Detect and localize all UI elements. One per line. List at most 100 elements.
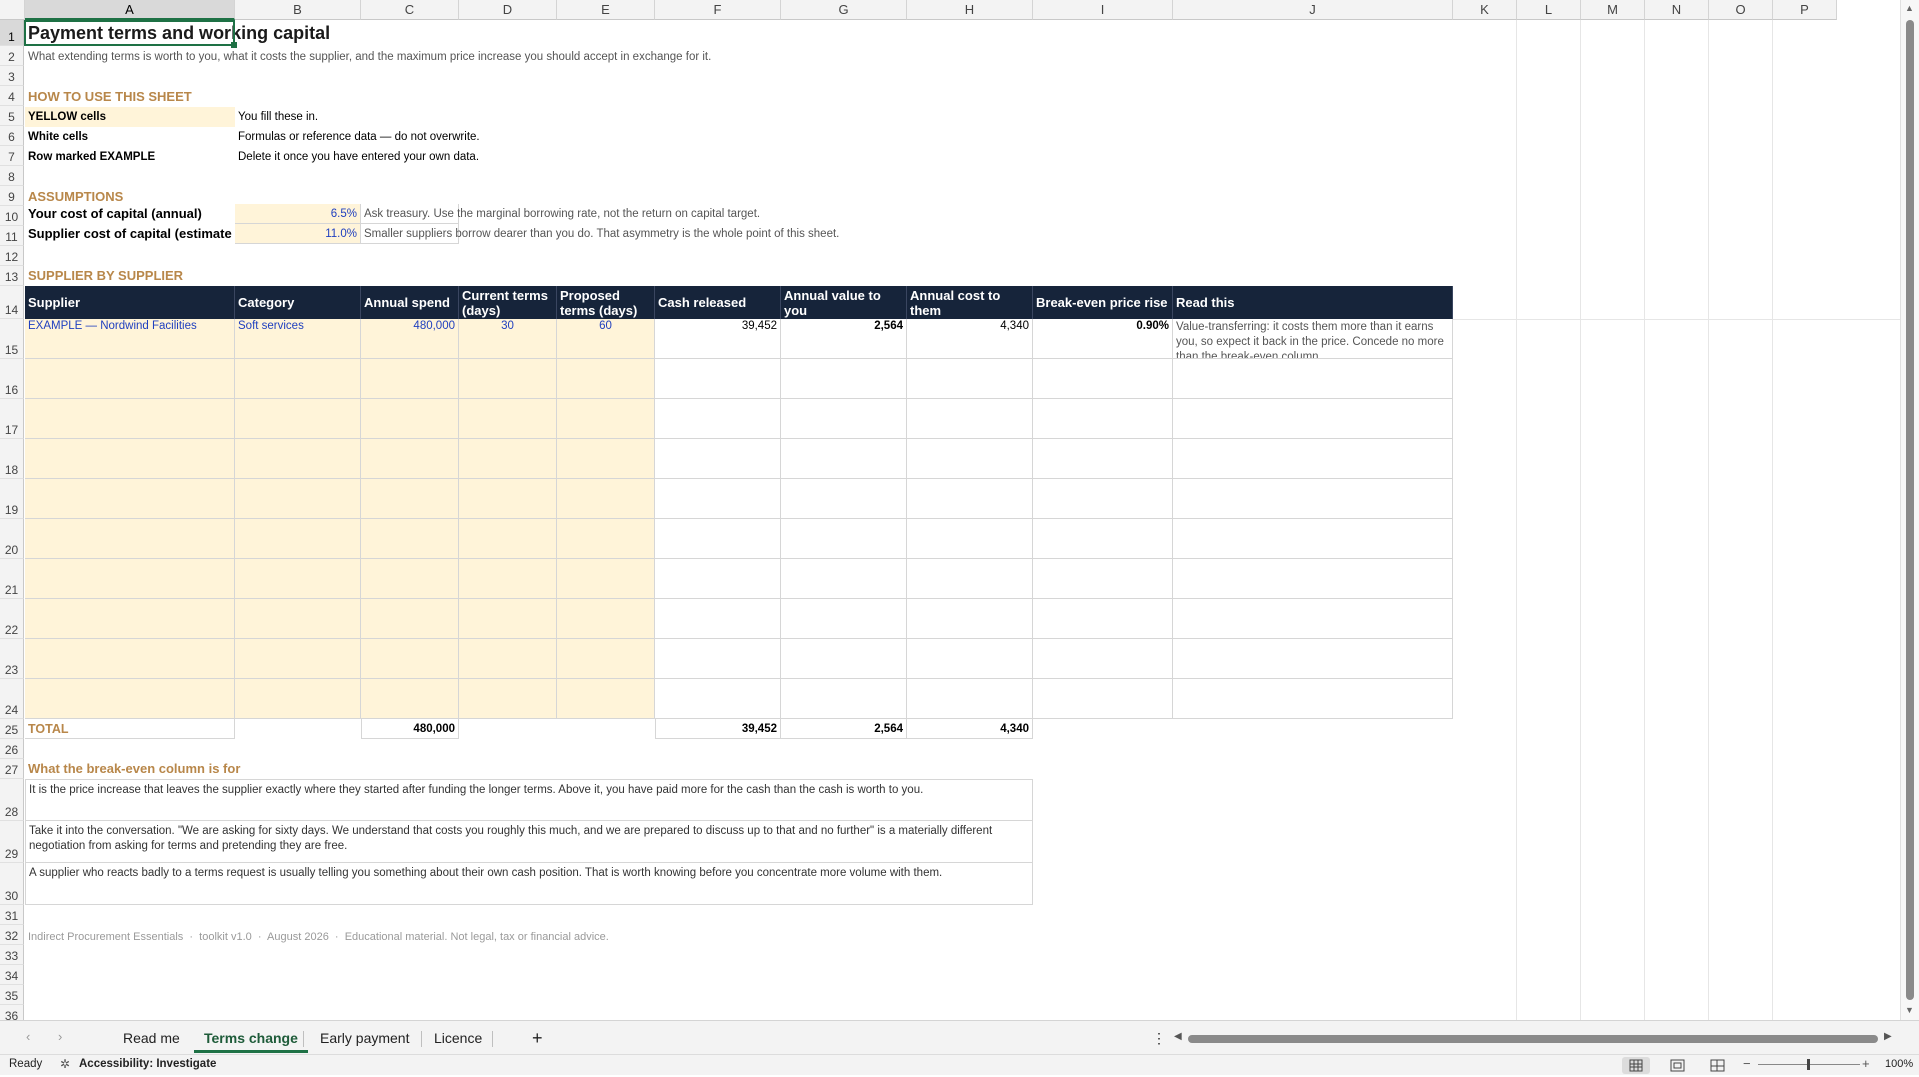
input-cell[interactable] [235, 559, 361, 599]
input-cell[interactable] [557, 519, 655, 559]
normal-view-icon[interactable] [1622, 1057, 1650, 1074]
input-cell[interactable] [361, 679, 459, 719]
column-header-o[interactable]: O [1709, 0, 1773, 20]
input-cell[interactable] [655, 559, 781, 599]
assumption-supplier-capital-label[interactable]: Supplier cost of capital (estimate [25, 224, 235, 244]
select-all-corner[interactable] [0, 0, 25, 20]
input-cell[interactable] [25, 479, 235, 519]
row-header-24[interactable]: 24 [0, 679, 24, 719]
total-annual-spend[interactable]: 480,000 [361, 719, 459, 739]
hscroll-left-icon[interactable]: ◀ [1174, 1031, 1182, 1042]
input-cell[interactable] [557, 599, 655, 639]
input-cell[interactable] [1033, 479, 1173, 519]
input-cell[interactable] [1173, 359, 1453, 399]
example-current-terms[interactable]: 30 [459, 319, 557, 359]
input-cell[interactable] [1033, 639, 1173, 679]
input-cell[interactable] [25, 599, 235, 639]
input-cell[interactable] [781, 559, 907, 599]
example-category[interactable]: Soft services [235, 319, 361, 359]
row-header-19[interactable]: 19 [0, 479, 24, 519]
row-header-6[interactable]: 6 [0, 126, 24, 146]
input-cell[interactable] [235, 519, 361, 559]
input-cell[interactable] [1173, 439, 1453, 479]
header-proposed-terms[interactable]: Proposed terms (days) [557, 286, 655, 319]
input-cell[interactable] [1173, 599, 1453, 639]
input-cell[interactable] [907, 439, 1033, 479]
input-cell[interactable] [655, 359, 781, 399]
column-header-b[interactable]: B [235, 0, 361, 20]
row-header-12[interactable]: 12 [0, 246, 24, 266]
example-proposed-terms[interactable]: 60 [557, 319, 655, 359]
row-header-7[interactable]: 7 [0, 146, 24, 166]
input-cell[interactable] [655, 399, 781, 439]
input-cell[interactable] [781, 679, 907, 719]
column-header-f[interactable]: F [655, 0, 781, 20]
row-header-8[interactable]: 8 [0, 166, 24, 186]
how-text-white[interactable]: Formulas or reference data — do not over… [235, 127, 635, 147]
assumption-supplier-capital-note[interactable]: Smaller suppliers borrow dearer than you… [361, 224, 839, 244]
row-header-35[interactable]: 35 [0, 985, 24, 1005]
zoom-out-icon[interactable]: − [1743, 1056, 1751, 1071]
zoom-slider-thumb[interactable] [1807, 1059, 1810, 1070]
example-annual-value[interactable]: 2,564 [781, 319, 907, 359]
total-annual-value[interactable]: 2,564 [781, 719, 907, 739]
accessibility-icon[interactable]: ✲ [60, 1057, 70, 1071]
header-read-this[interactable]: Read this [1173, 286, 1453, 319]
row-header-3[interactable]: 3 [0, 66, 24, 86]
input-cell[interactable] [361, 479, 459, 519]
input-cell[interactable] [1173, 399, 1453, 439]
row-header-13[interactable]: 13 [0, 266, 24, 286]
tab-early-payment[interactable]: Early payment [310, 1026, 419, 1050]
header-annual-spend[interactable]: Annual spend [361, 286, 459, 319]
column-header-j[interactable]: J [1173, 0, 1453, 20]
input-cell[interactable] [907, 599, 1033, 639]
column-header-d[interactable]: D [459, 0, 557, 20]
input-cell[interactable] [557, 399, 655, 439]
row-header-25[interactable]: 25 [0, 719, 24, 739]
input-cell[interactable] [781, 479, 907, 519]
input-cell[interactable] [235, 359, 361, 399]
input-cell[interactable] [655, 679, 781, 719]
input-cell[interactable] [25, 519, 235, 559]
input-cell[interactable] [907, 559, 1033, 599]
row-header-17[interactable]: 17 [0, 399, 24, 439]
input-cell[interactable] [781, 519, 907, 559]
input-cell[interactable] [557, 439, 655, 479]
input-cell[interactable] [235, 679, 361, 719]
column-header-n[interactable]: N [1645, 0, 1709, 20]
header-break-even[interactable]: Break-even price rise [1033, 286, 1173, 319]
row-header-5[interactable]: 5 [0, 106, 24, 126]
input-cell[interactable] [459, 519, 557, 559]
row-header-4[interactable]: 4 [0, 86, 24, 106]
input-cell[interactable] [25, 639, 235, 679]
tab-licence[interactable]: Licence [424, 1026, 492, 1050]
input-cell[interactable] [235, 439, 361, 479]
how-label-yellow[interactable]: YELLOW cells [25, 107, 235, 127]
input-cell[interactable] [1173, 559, 1453, 599]
input-cell[interactable] [1033, 679, 1173, 719]
input-cell[interactable] [25, 359, 235, 399]
input-cell[interactable] [557, 679, 655, 719]
input-cell[interactable] [781, 399, 907, 439]
column-header-g[interactable]: G [781, 0, 907, 20]
row-header-21[interactable]: 21 [0, 559, 24, 599]
tab-read-me[interactable]: Read me [113, 1026, 190, 1050]
breakeven-para-2[interactable]: Take it into the conversation. "We are a… [25, 821, 1033, 863]
input-cell[interactable] [361, 639, 459, 679]
row-header-11[interactable]: 11 [0, 226, 24, 246]
input-cell[interactable] [655, 439, 781, 479]
add-sheet-icon[interactable]: + [522, 1026, 553, 1050]
input-cell[interactable] [459, 679, 557, 719]
row-header-23[interactable]: 23 [0, 639, 24, 679]
row-header-36[interactable]: 36 [0, 1005, 24, 1020]
input-cell[interactable] [25, 559, 235, 599]
input-cell[interactable] [25, 399, 235, 439]
input-cell[interactable] [781, 639, 907, 679]
page-layout-view-icon[interactable] [1666, 1057, 1690, 1074]
input-cell[interactable] [459, 559, 557, 599]
example-cash-released[interactable]: 39,452 [655, 319, 781, 359]
header-cash-released[interactable]: Cash released [655, 286, 781, 319]
input-cell[interactable] [361, 519, 459, 559]
row-header-1[interactable]: 1 [0, 20, 24, 46]
row-header-22[interactable]: 22 [0, 599, 24, 639]
